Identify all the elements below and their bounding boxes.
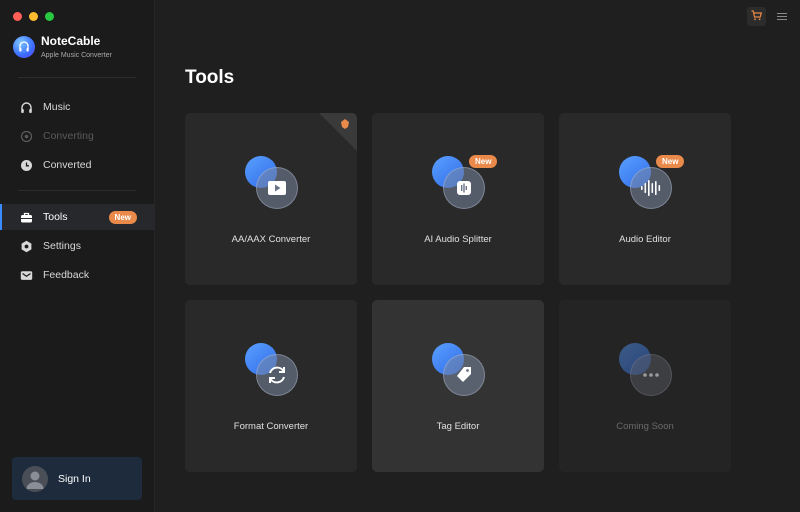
play-icon bbox=[245, 156, 299, 210]
tag-icon bbox=[432, 343, 486, 397]
avatar bbox=[22, 465, 48, 492]
store-button[interactable] bbox=[747, 7, 766, 26]
sidebar-item-converted[interactable]: Converted bbox=[0, 152, 155, 178]
headphones-icon bbox=[20, 101, 33, 114]
more-icon bbox=[619, 343, 673, 397]
sidebar-item-label: Feedback bbox=[43, 269, 90, 281]
tool-label: AI Audio Splitter bbox=[424, 234, 492, 245]
tool-card-format-converter[interactable]: Format Converter bbox=[185, 300, 357, 472]
premium-corner-icon bbox=[319, 113, 357, 151]
window-controls bbox=[13, 12, 54, 21]
tool-card-audio-editor[interactable]: New Audio Editor bbox=[559, 113, 731, 285]
refresh-icon bbox=[245, 343, 299, 397]
new-badge: New bbox=[656, 155, 685, 168]
page-title: Tools bbox=[185, 67, 235, 88]
tool-label: Coming Soon bbox=[616, 421, 674, 432]
tool-card-tag-editor[interactable]: Tag Editor bbox=[372, 300, 544, 472]
sign-in-label: Sign In bbox=[58, 472, 91, 485]
divider bbox=[18, 190, 136, 191]
close-window-button[interactable] bbox=[13, 12, 22, 21]
sidebar-item-label: Settings bbox=[43, 240, 81, 252]
toolbox-icon bbox=[20, 211, 33, 224]
sidebar: NoteCable Apple Music Converter Music Co… bbox=[0, 0, 155, 512]
minimize-window-button[interactable] bbox=[29, 12, 38, 21]
app-subtitle: Apple Music Converter bbox=[41, 52, 112, 59]
app-logo-icon bbox=[13, 36, 35, 58]
sidebar-item-label: Tools bbox=[43, 211, 68, 223]
sidebar-item-tools[interactable]: Tools New bbox=[0, 204, 155, 230]
sidebar-item-feedback[interactable]: Feedback bbox=[0, 262, 155, 288]
tool-card-coming-soon: Coming Soon bbox=[559, 300, 731, 472]
brand: NoteCable Apple Music Converter bbox=[13, 34, 112, 60]
new-badge: New bbox=[469, 155, 498, 168]
sidebar-item-music[interactable]: Music bbox=[0, 94, 155, 120]
sidebar-item-converting[interactable]: Converting bbox=[0, 123, 155, 149]
tool-label: Format Converter bbox=[233, 421, 309, 432]
sidebar-item-label: Converting bbox=[43, 130, 94, 142]
app-name: NoteCable bbox=[41, 34, 101, 48]
cart-icon bbox=[751, 8, 763, 26]
sidebar-item-settings[interactable]: Settings bbox=[0, 233, 155, 259]
tool-card-aa-aax-converter[interactable]: AA/AAX Converter bbox=[185, 113, 357, 285]
divider bbox=[18, 77, 136, 78]
gear-icon bbox=[20, 240, 33, 253]
converting-icon bbox=[20, 130, 33, 143]
tool-label: Tag Editor bbox=[436, 421, 480, 432]
sidebar-item-label: Music bbox=[43, 101, 71, 113]
sidebar-item-label: Converted bbox=[43, 159, 92, 171]
app-window: NoteCable Apple Music Converter Music Co… bbox=[0, 0, 800, 512]
menu-button[interactable] bbox=[776, 11, 788, 22]
mail-icon bbox=[20, 269, 33, 282]
maximize-window-button[interactable] bbox=[45, 12, 54, 21]
tool-card-ai-audio-splitter[interactable]: New AI Audio Splitter bbox=[372, 113, 544, 285]
sign-in-button[interactable]: Sign In bbox=[12, 457, 142, 500]
new-badge: New bbox=[108, 210, 137, 224]
tool-label: AA/AAX Converter bbox=[231, 234, 311, 245]
menu-icon bbox=[777, 13, 787, 14]
clock-icon bbox=[20, 159, 33, 172]
tool-label: Audio Editor bbox=[619, 234, 671, 245]
